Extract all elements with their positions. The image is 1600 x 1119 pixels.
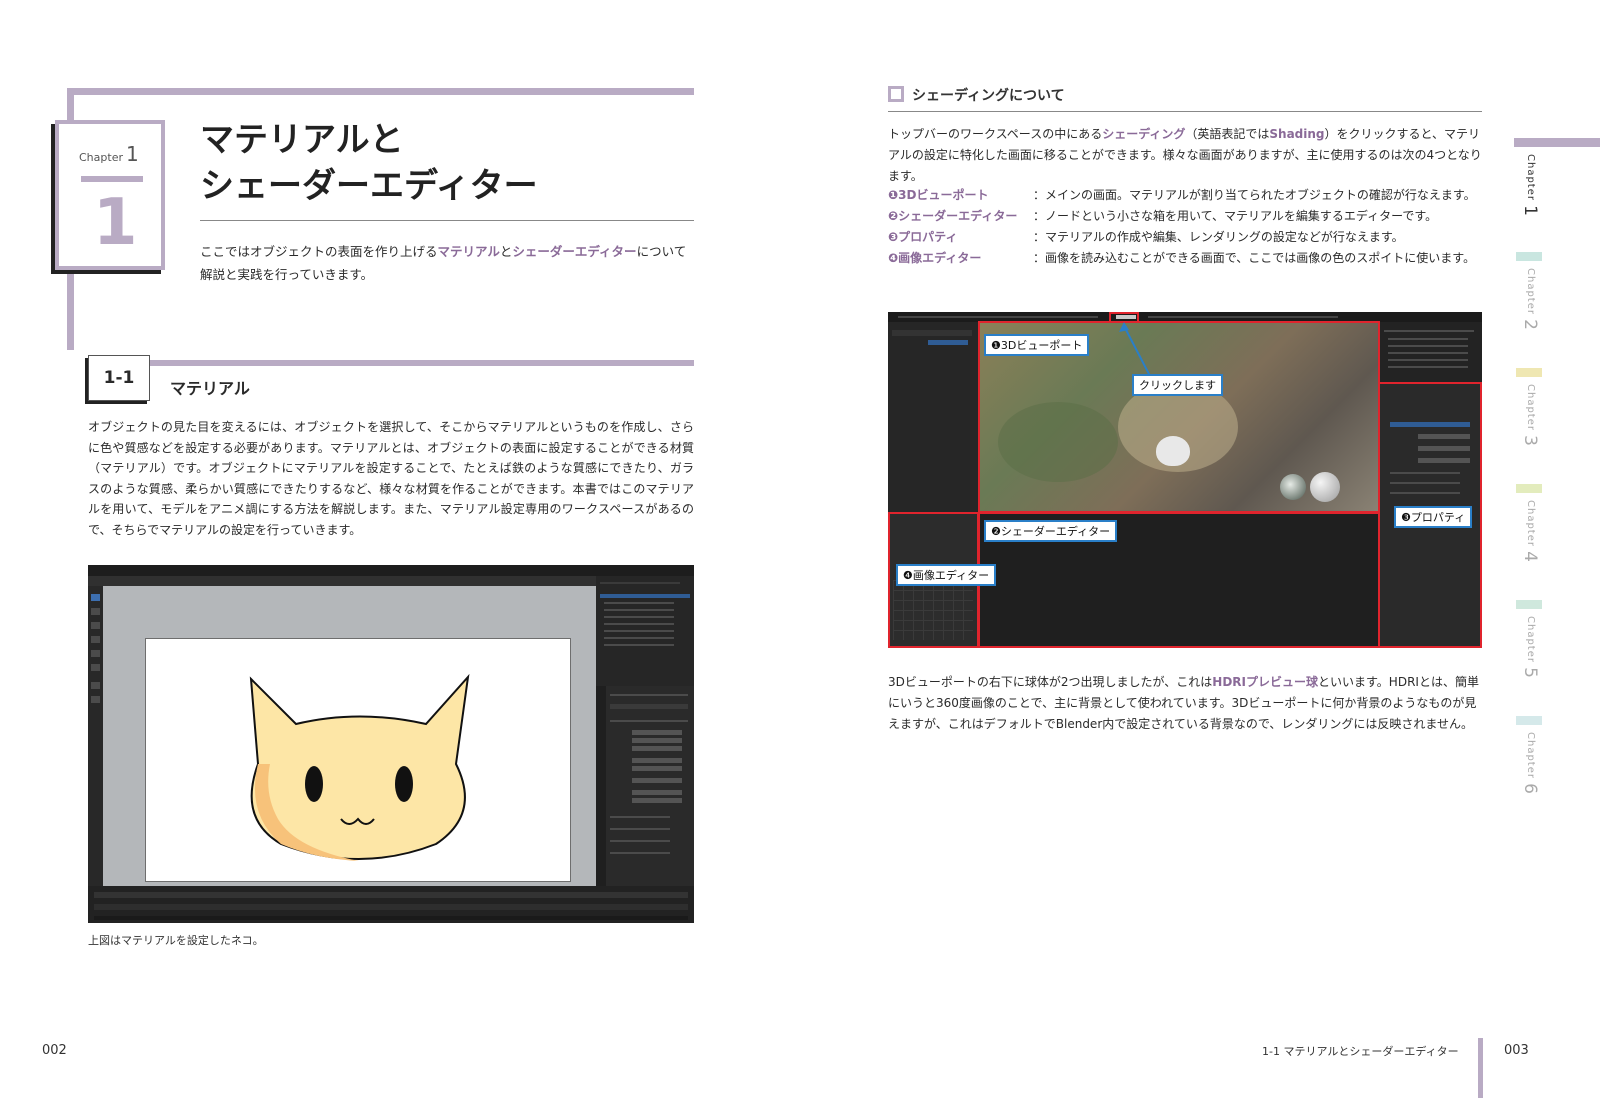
chapter-title: マテリアルと シェーダーエディター bbox=[200, 117, 538, 209]
chapter-index-3[interactable]: Chapter 3 bbox=[1520, 384, 1540, 447]
list-item: ❹画像エディター ：画像を読み込むことができる画面で、ここでは画像の色のスポイトに… bbox=[888, 251, 1476, 265]
chapter-intro: ここではオブジェクトの表面を作り上げるマテリアルとシェーダーエディターについて解… bbox=[200, 244, 687, 282]
blender-outliner bbox=[596, 576, 694, 686]
chapter-index-4[interactable]: Chapter 4 bbox=[1520, 500, 1540, 563]
callout-viewport: ❶3Dビューポート bbox=[984, 334, 1090, 356]
section-body: オブジェクトの見た目を変えるには、オブジェクトを選択して、そこからマテリアルとい… bbox=[88, 420, 694, 537]
chapter-badge: Chapter 1 1 bbox=[55, 120, 165, 270]
cat-illustration bbox=[249, 673, 470, 861]
list-item: ❸プロパティ ：マテリアルの作成や編集、レンダリングの設定などが行なえます。 bbox=[888, 230, 1404, 244]
chapter-tab-active bbox=[1514, 138, 1600, 147]
blender-3d-viewport bbox=[103, 586, 596, 886]
chapter-tab-4 bbox=[1516, 484, 1542, 493]
chapter-frame-top bbox=[67, 88, 694, 95]
callout-click: クリックします bbox=[1132, 374, 1223, 396]
chapter-index-1[interactable]: Chapter 1 bbox=[1520, 154, 1540, 217]
chapter-tab-6 bbox=[1516, 716, 1542, 725]
subsection-heading: シェーディングについて bbox=[912, 88, 1065, 104]
editor-list: ❶3Dビューポート ：メインの画面。マテリアルが割り当てられたオブジェクトの確認が… bbox=[888, 185, 1488, 269]
chapter-badge-number: 1 bbox=[93, 186, 138, 260]
subsection-rule bbox=[888, 111, 1482, 112]
callout-properties: ❸プロパティ bbox=[1394, 506, 1473, 528]
chapter-badge-label: Chapter 1 bbox=[79, 142, 139, 166]
chapter-tab-2 bbox=[1516, 252, 1542, 261]
section-number: 1-1 bbox=[88, 355, 150, 401]
chapter-tab-5 bbox=[1516, 600, 1542, 609]
camera-frame bbox=[145, 638, 571, 882]
blender-cat-screenshot bbox=[88, 565, 694, 923]
list-item: ❷シェーダーエディター ：ノードという小さな箱を用いて、マテリアルを編集するエディ… bbox=[888, 209, 1438, 223]
chapter-badge-bar bbox=[81, 176, 143, 182]
blender-properties bbox=[596, 686, 694, 886]
blender-viewport-header bbox=[88, 576, 596, 586]
shading-intro: トップバーのワークスペースの中にあるシェーディング（英語表記ではShading）… bbox=[888, 127, 1482, 183]
square-bullet-icon bbox=[888, 86, 904, 102]
callout-arrow bbox=[1119, 322, 1151, 377]
callout-image-editor: ❹画像エディター bbox=[896, 564, 997, 586]
title-divider bbox=[200, 220, 694, 221]
blender-shading-screenshot: ❶3Dビューポート クリックします ❷シェーダーエディター ❸プロパティ ❹画像… bbox=[888, 312, 1482, 648]
chapter-tab-3 bbox=[1516, 368, 1542, 377]
page-number-left: 002 bbox=[42, 1043, 67, 1058]
chapter-title-line2: シェーダーエディター bbox=[200, 166, 538, 206]
list-item: ❶3Dビューポート ：メインの画面。マテリアルが割り当てられたオブジェクトの確認が… bbox=[888, 188, 1476, 202]
chapter-index-5[interactable]: Chapter 5 bbox=[1520, 616, 1540, 679]
blender-topbar bbox=[88, 565, 694, 576]
footer-section-title: 1-1 マテリアルとシェーダーエディター bbox=[1262, 1045, 1459, 1058]
footer-bar bbox=[1478, 1038, 1483, 1098]
chapter-index-6[interactable]: Chapter 6 bbox=[1520, 732, 1540, 795]
figure-caption: 上図はマテリアルを設定したネコ。 bbox=[88, 934, 264, 947]
section-title: マテリアル bbox=[170, 379, 250, 398]
hdri-paragraph: 3Dビューポートの右下に球体が2つ出現しましたが、これはHDRIプレビュー球とい… bbox=[888, 675, 1479, 731]
callout-shader-editor: ❷シェーダーエディター bbox=[984, 520, 1118, 542]
page-number-right: 003 bbox=[1504, 1043, 1529, 1058]
blender-timeline bbox=[88, 886, 694, 923]
chapter-index-2[interactable]: Chapter 2 bbox=[1520, 268, 1540, 331]
section-rule bbox=[150, 360, 694, 366]
chapter-title-line1: マテリアルと bbox=[200, 120, 404, 160]
blender-toolbar bbox=[88, 586, 103, 886]
